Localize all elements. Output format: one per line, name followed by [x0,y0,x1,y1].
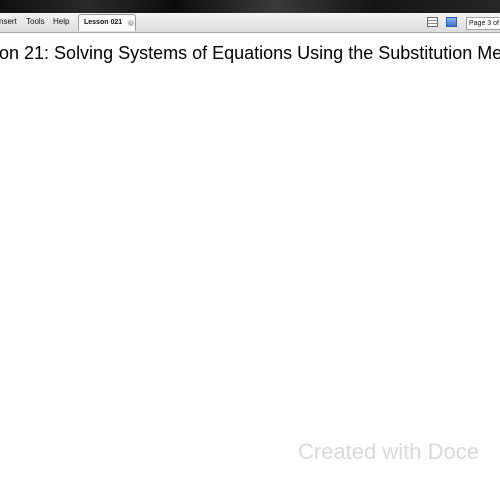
grid-view-icon[interactable] [446,17,457,27]
menu-tools[interactable]: Tools [26,16,45,28]
menu-help[interactable]: Help [53,16,69,28]
page-counter: Page 3 of [466,17,500,30]
menu-insert[interactable]: nsert [0,16,17,28]
watermark-text: Created with Doce [298,439,479,464]
app-window: nsert Tools Help Lesson 021 × Page 3 of … [0,0,500,500]
tab-label: Lesson 021 [84,19,123,26]
tab-lesson-021[interactable]: Lesson 021 × [78,14,136,31]
close-icon[interactable]: × [128,20,134,26]
menu-bar: nsert Tools Help Lesson 021 × Page 3 of [0,13,500,33]
page-view-icon[interactable] [427,17,438,27]
title-bar [0,0,500,13]
page-title: on 21: Solving Systems of Equations Usin… [0,43,500,63]
